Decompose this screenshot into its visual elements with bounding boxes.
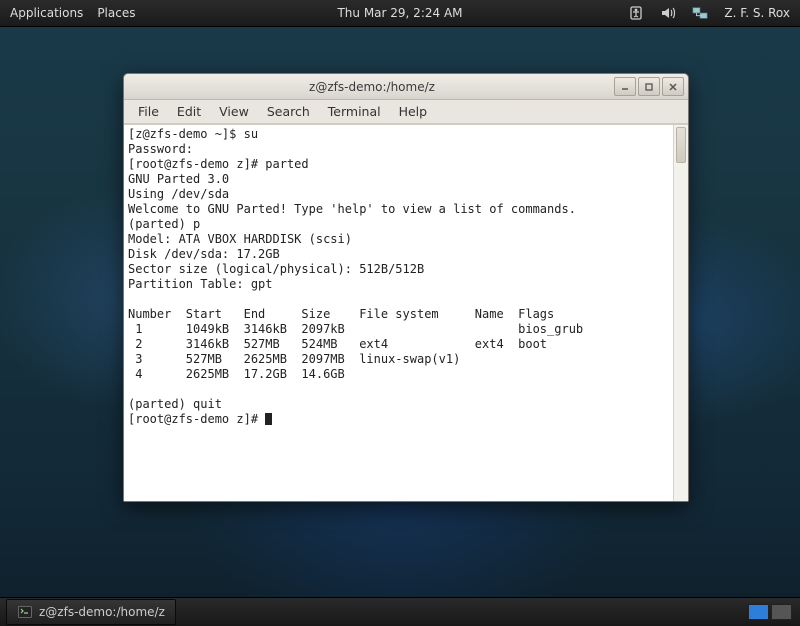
window-title: z@zfs-demo:/home/z xyxy=(130,80,614,94)
menubar: File Edit View Search Terminal Help xyxy=(124,100,688,124)
term-line: Password: xyxy=(128,142,200,156)
term-line: Welcome to GNU Parted! Type 'help' to vi… xyxy=(128,202,576,216)
term-line: 3 527MB 2625MB 2097MB linux-swap(v1) xyxy=(128,352,460,366)
network-icon[interactable] xyxy=(692,5,708,21)
term-line: Number Start End Size File system Name F… xyxy=(128,307,554,321)
taskbar-entry[interactable]: z@zfs-demo:/home/z xyxy=(6,599,176,625)
terminal-window: z@zfs-demo:/home/z File Edit View Search… xyxy=(123,73,689,502)
term-line: [root@zfs-demo z]# parted xyxy=(128,157,309,171)
taskbar-label: z@zfs-demo:/home/z xyxy=(39,605,165,619)
term-line: (parted) p xyxy=(128,217,663,231)
places-menu[interactable]: Places xyxy=(97,6,135,20)
maximize-button[interactable] xyxy=(638,77,660,96)
window-controls xyxy=(614,77,688,96)
menu-terminal[interactable]: Terminal xyxy=(320,102,389,121)
workspace-switcher[interactable] xyxy=(748,604,792,620)
titlebar[interactable]: z@zfs-demo:/home/z xyxy=(124,74,688,100)
scrollbar[interactable] xyxy=(673,125,688,501)
term-line: GNU Parted 3.0 xyxy=(128,172,229,186)
terminal-output[interactable]: [z@zfs-demo ~]$ su Password: [root@zfs-d… xyxy=(124,125,673,501)
term-line: 2 3146kB 527MB 524MB ext4 ext4 boot xyxy=(128,337,547,351)
term-line: Disk /dev/sda: 17.2GB xyxy=(128,247,280,261)
workspace-1[interactable] xyxy=(748,604,769,620)
menu-search[interactable]: Search xyxy=(259,102,318,121)
close-button[interactable] xyxy=(662,77,684,96)
term-line: 1 1049kB 3146kB 2097kB bios_grub xyxy=(128,322,583,336)
menu-file[interactable]: File xyxy=(130,102,167,121)
term-line: Sector size (logical/physical): 512B/512… xyxy=(128,262,424,276)
term-line: [root@zfs-demo z]# xyxy=(128,412,265,426)
user-menu[interactable]: Z. F. S. Rox xyxy=(724,6,790,20)
applications-menu[interactable]: Applications xyxy=(10,6,83,20)
desktop: Applications Places Thu Mar 29, 2:24 AM … xyxy=(0,0,800,626)
menu-view[interactable]: View xyxy=(211,102,257,121)
cursor xyxy=(265,413,272,425)
term-line: [z@zfs-demo ~]$ su xyxy=(128,127,258,141)
term-line: Partition Table: gpt xyxy=(128,277,273,291)
menu-edit[interactable]: Edit xyxy=(169,102,209,121)
accessibility-icon[interactable] xyxy=(628,5,644,21)
scroll-thumb[interactable] xyxy=(676,127,686,163)
top-panel: Applications Places Thu Mar 29, 2:24 AM … xyxy=(0,0,800,27)
term-line: 4 2625MB 17.2GB 14.6GB xyxy=(128,367,345,381)
clock[interactable]: Thu Mar 29, 2:24 AM xyxy=(337,6,462,20)
term-line: Using /dev/sda xyxy=(128,187,229,201)
term-line: (parted) quit xyxy=(128,397,663,411)
bottom-panel: z@zfs-demo:/home/z xyxy=(0,597,800,626)
volume-icon[interactable] xyxy=(660,5,676,21)
terminal-icon xyxy=(17,604,33,620)
term-line: Model: ATA VBOX HARDDISK (scsi) xyxy=(128,232,352,246)
minimize-button[interactable] xyxy=(614,77,636,96)
menu-help[interactable]: Help xyxy=(391,102,436,121)
workspace-2[interactable] xyxy=(771,604,792,620)
